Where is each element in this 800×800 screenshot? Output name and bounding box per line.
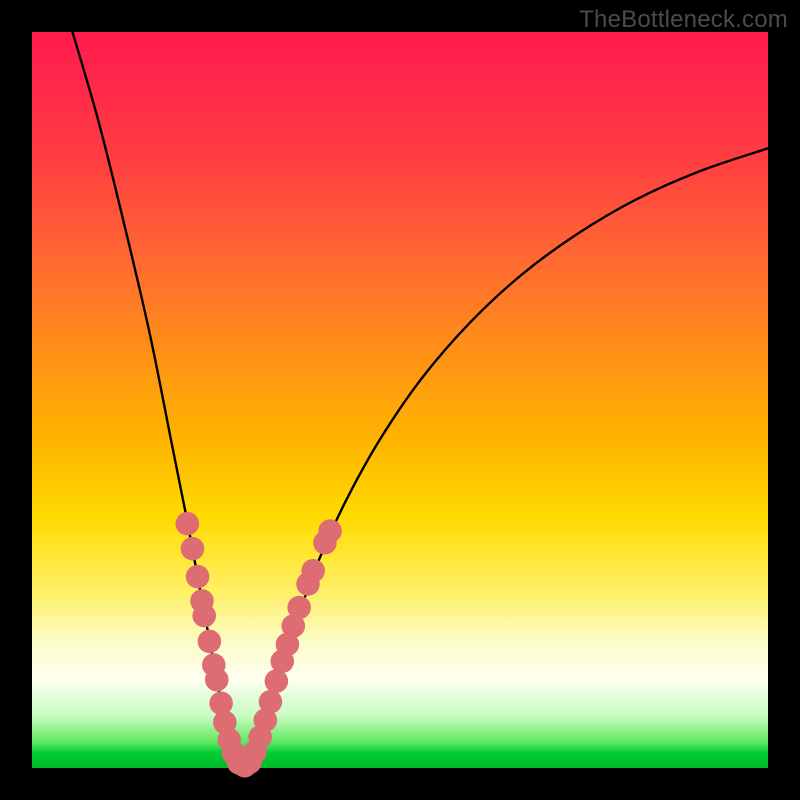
dot	[205, 668, 229, 692]
dot	[186, 565, 210, 589]
dot	[181, 537, 205, 561]
dot	[259, 690, 283, 714]
highlight-dots	[176, 512, 342, 778]
plot-area	[32, 32, 768, 768]
dot	[318, 519, 342, 543]
dot	[265, 669, 289, 693]
dot	[301, 559, 325, 583]
chart-frame: TheBottleneck.com	[0, 0, 800, 800]
dot	[287, 596, 311, 620]
dot	[176, 512, 200, 536]
watermark-text: TheBottleneck.com	[579, 6, 788, 34]
curve-layer	[32, 32, 768, 768]
dot	[192, 604, 216, 628]
bottleneck-curve	[72, 32, 768, 767]
dot	[198, 630, 222, 654]
